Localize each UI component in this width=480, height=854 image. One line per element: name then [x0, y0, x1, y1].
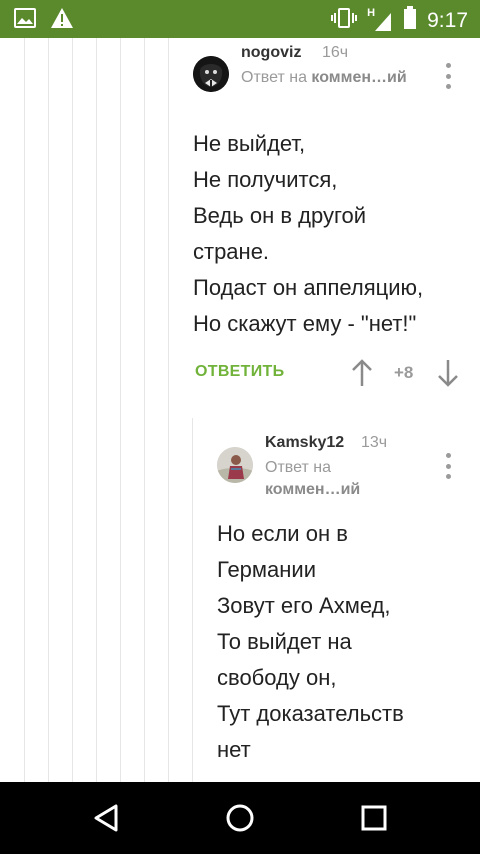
- comment-actions: ОТВЕТИТЬ +8: [195, 358, 465, 388]
- navigation-bar: [0, 782, 480, 854]
- image-icon: [14, 7, 36, 34]
- more-options-icon[interactable]: [444, 453, 452, 479]
- username[interactable]: nogoviz: [241, 44, 301, 62]
- warning-icon: [50, 7, 74, 34]
- battery-icon: [403, 6, 417, 35]
- home-icon[interactable]: [222, 800, 258, 836]
- reply-to-target: коммен…ий: [265, 481, 361, 498]
- avatar[interactable]: [193, 56, 229, 92]
- signal-icon: H: [367, 7, 393, 33]
- reply-to[interactable]: Ответ на коммен…ий: [265, 457, 395, 501]
- comment-text: Не выйдет, Не получится, Ведь он в друго…: [193, 131, 424, 336]
- downvote-icon[interactable]: [435, 358, 461, 388]
- more-options-icon[interactable]: [444, 63, 452, 89]
- reply-to-prefix: Ответ на: [265, 459, 331, 476]
- comment: nogoviz 16ч Ответ на коммен…ий Не выйдет…: [0, 38, 480, 418]
- comment-thread[interactable]: nogoviz 16ч Ответ на коммен…ий Не выйдет…: [0, 38, 480, 782]
- reply-button[interactable]: ОТВЕТИТЬ: [195, 363, 284, 381]
- comment-age: 16ч: [322, 44, 349, 61]
- username[interactable]: Kamsky12: [265, 434, 344, 452]
- rating-score: +8: [394, 363, 414, 382]
- upvote-icon[interactable]: [349, 358, 375, 388]
- clock: 9:17: [427, 8, 468, 32]
- back-icon[interactable]: [89, 800, 125, 836]
- status-bar: H 9:17: [0, 0, 480, 38]
- comment-text: Но если он в Германии Зовут его Ахмед, Т…: [217, 521, 404, 762]
- recents-icon[interactable]: [356, 800, 392, 836]
- comment: Kamsky12 13ч Ответ на коммен…ий Но если …: [0, 418, 480, 782]
- reply-to-prefix: Ответ на: [241, 69, 307, 86]
- comment-age: 13ч: [361, 434, 388, 451]
- reply-to[interactable]: Ответ на коммен…ий: [241, 67, 411, 89]
- vibrate-icon: [331, 7, 358, 34]
- reply-to-target: коммен…ий: [311, 69, 407, 86]
- avatar[interactable]: [217, 447, 253, 483]
